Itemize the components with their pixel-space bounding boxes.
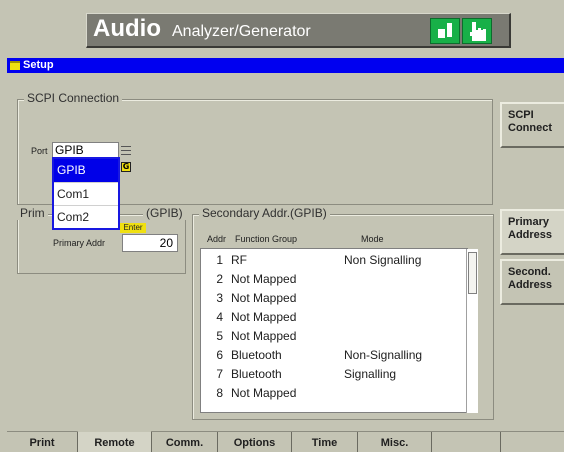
sidebar-empty — [500, 310, 564, 431]
g-badge: G — [121, 162, 131, 172]
primary-address-button[interactable]: Primary Address — [500, 209, 564, 255]
second-address-button[interactable]: Second. Address — [500, 259, 564, 305]
tab-empty-2[interactable] — [500, 432, 564, 452]
table-row[interactable]: 7 Bluetooth Signalling — [201, 365, 469, 384]
touch-hand-icon[interactable] — [462, 18, 492, 44]
port-option-com1[interactable]: Com1 — [54, 182, 118, 205]
table-row[interactable]: 4 Not Mapped — [201, 308, 469, 327]
secondary-addr-table[interactable]: 1 RF Non Signalling 2 Not Mapped 3 Not M… — [200, 248, 468, 413]
app-title: Audio — [93, 15, 161, 42]
app-header: Audio Analyzer/Generator — [0, 0, 564, 55]
app-subtitle: Analyzer/Generator — [172, 23, 311, 40]
col-addr-header: Addr — [207, 234, 227, 244]
table-row[interactable]: 1 RF Non Signalling — [201, 251, 469, 270]
setup-window-icon — [10, 61, 20, 70]
tab-time[interactable]: Time — [291, 432, 357, 452]
port-select[interactable]: GPIB — [52, 142, 119, 158]
col-mode-header: Mode — [361, 234, 384, 244]
col-function-header: Function Group — [235, 234, 298, 244]
tab-comm[interactable]: Comm. — [151, 432, 217, 452]
setup-title-bar: Setup — [7, 58, 564, 73]
scpi-connection-legend: SCPI Connection — [24, 91, 123, 105]
primary-addr-legend-left: Prim — [17, 206, 48, 220]
remote-status-icon[interactable] — [430, 18, 460, 44]
primary-addr-label: Primary Addr — [53, 238, 106, 248]
table-row[interactable]: 3 Not Mapped — [201, 289, 469, 308]
table-scrollbar[interactable] — [466, 249, 478, 413]
primary-addr-legend-right: (GPIB) — [143, 206, 186, 220]
port-dropdown[interactable]: GPIB Com1 Com2 — [52, 157, 120, 230]
tab-options[interactable]: Options — [217, 432, 291, 452]
table-scroll-thumb[interactable] — [468, 252, 477, 294]
port-scroll-icon[interactable] — [121, 143, 131, 157]
tab-remote[interactable]: Remote — [77, 431, 151, 452]
scpi-connect-button[interactable]: SCPI Connect — [500, 102, 564, 148]
table-row[interactable]: 6 Bluetooth Non-Signalling — [201, 346, 469, 365]
secondary-addr-legend: Secondary Addr.(GPIB) — [199, 206, 330, 220]
tab-misc[interactable]: Misc. — [357, 432, 431, 452]
table-row[interactable]: 8 Not Mapped — [201, 384, 469, 403]
tab-print[interactable]: Print — [7, 432, 77, 452]
port-option-gpib[interactable]: GPIB — [54, 159, 118, 182]
setup-panel: SCPI Connection Port GPIB G GPIB Com1 Co… — [7, 73, 496, 431]
enter-badge: Enter — [120, 223, 146, 233]
port-label: Port — [31, 146, 48, 156]
primary-addr-input[interactable]: 20 — [122, 234, 178, 252]
setup-title: Setup — [23, 59, 54, 71]
table-row[interactable]: 2 Not Mapped — [201, 270, 469, 289]
table-row[interactable]: 5 Not Mapped — [201, 327, 469, 346]
tab-empty-1[interactable] — [431, 432, 500, 452]
bottom-tab-bar: Print Remote Comm. Options Time Misc. — [7, 431, 564, 452]
port-option-com2[interactable]: Com2 — [54, 205, 118, 228]
